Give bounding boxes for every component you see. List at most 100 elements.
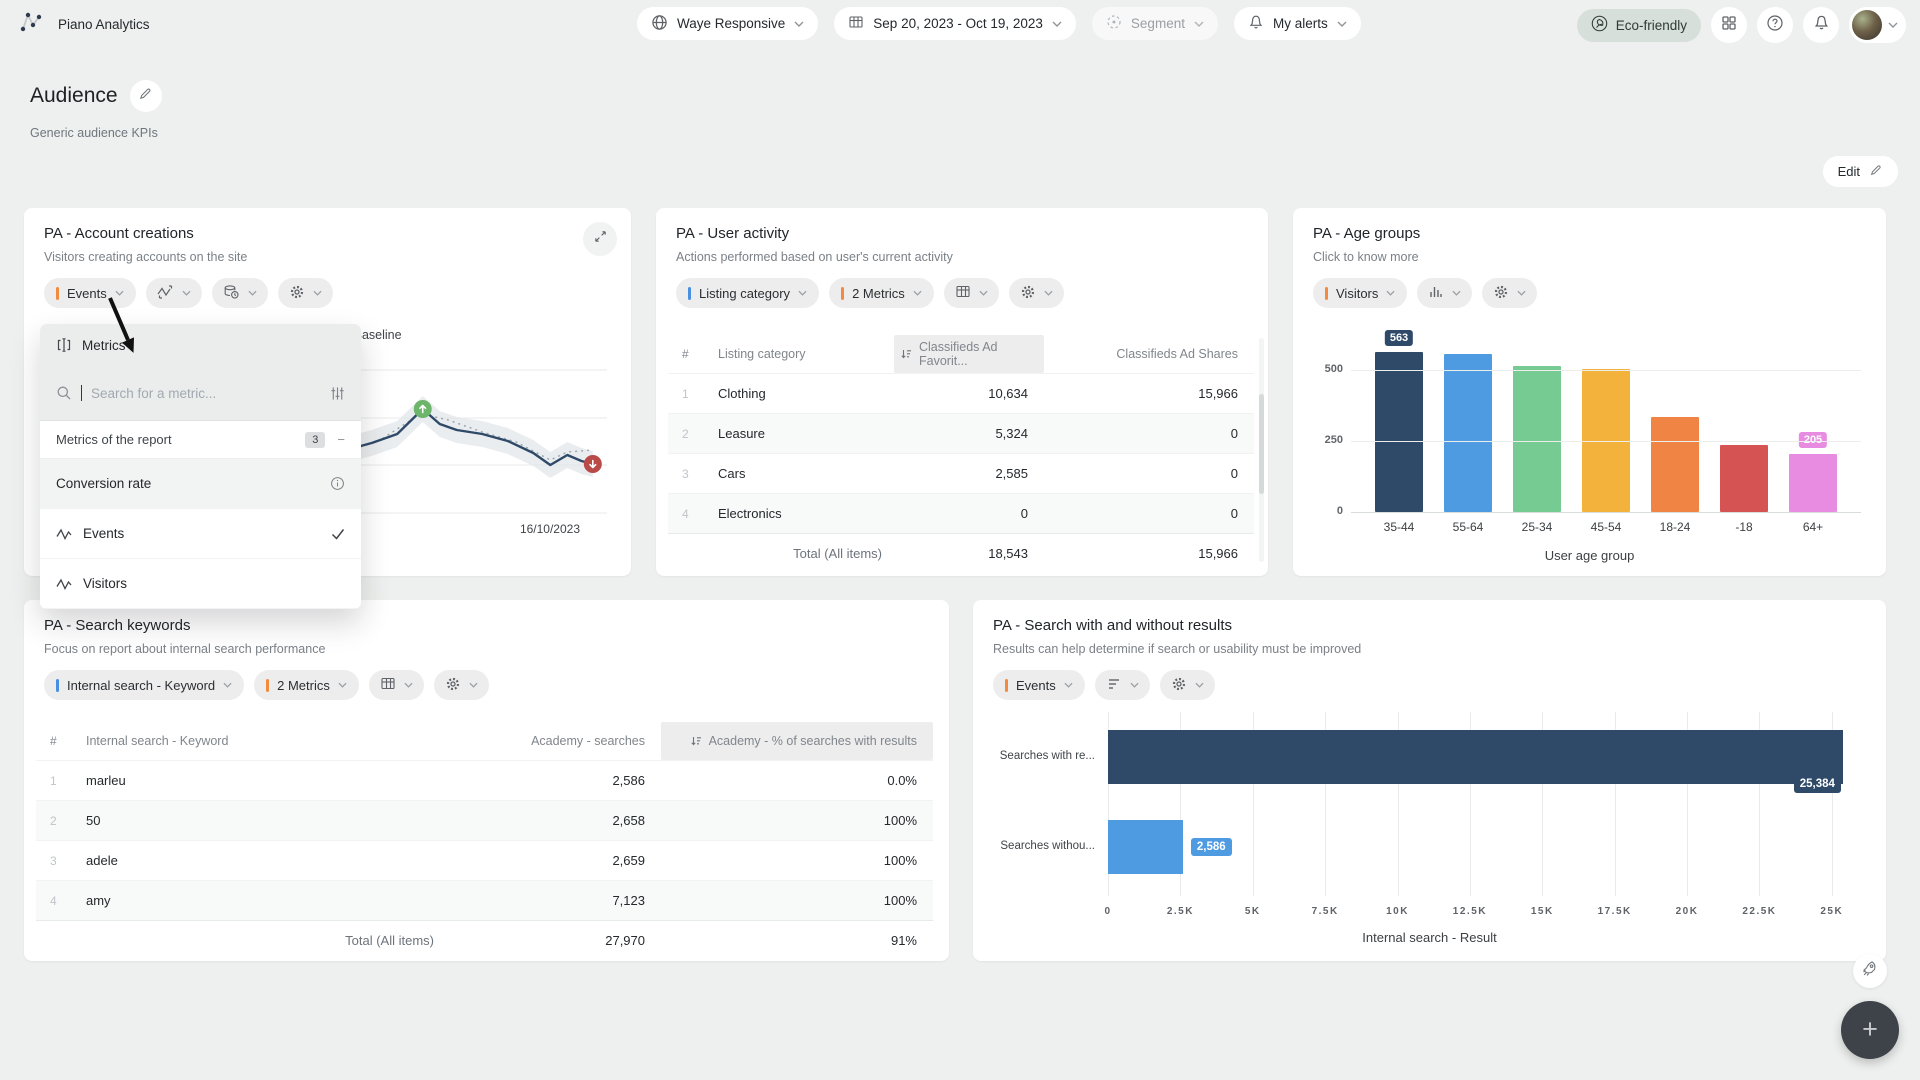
dimension-color-bar	[688, 287, 691, 300]
table-row[interactable]: 3adele2,659100%	[36, 840, 933, 880]
table-row[interactable]: 4Electronics00	[668, 493, 1254, 533]
chevron-down-icon	[1888, 22, 1898, 28]
metrics-group-header[interactable]: Metrics of the report 3 −	[40, 421, 361, 459]
quick-start-button[interactable]	[1853, 954, 1887, 988]
chevron-down-icon	[979, 290, 988, 296]
chevron-down-icon	[248, 290, 257, 296]
chevron-down-icon	[1517, 290, 1526, 296]
chevron-down-icon	[182, 290, 191, 296]
piano-analytics-logo[interactable]	[18, 9, 44, 40]
metrics-selector-pill[interactable]: 2 Metrics	[254, 670, 359, 700]
gear-icon	[445, 676, 461, 695]
scrollbar[interactable]	[1259, 338, 1264, 562]
widget-settings[interactable]	[278, 278, 333, 308]
table-row[interactable]: 2502,658100%	[36, 800, 933, 840]
table-row[interactable]: 2Leasure5,3240	[668, 413, 1254, 453]
bar-Searches withou...[interactable]: 2,586	[1108, 820, 1183, 874]
metrics-selector-pill[interactable]: 2 Metrics	[829, 278, 934, 308]
gear-icon	[1493, 284, 1509, 303]
gridline	[1351, 441, 1861, 442]
site-picker[interactable]: Waye Responsive	[637, 7, 818, 40]
user-menu[interactable]	[1849, 7, 1906, 43]
widget-settings[interactable]	[1009, 278, 1064, 308]
table-row[interactable]: 4amy7,123100%	[36, 880, 933, 920]
widget-settings[interactable]	[1482, 278, 1537, 308]
edit-dashboard-button[interactable]: Edit	[1823, 156, 1898, 187]
up-annotation-badge[interactable]	[414, 400, 432, 418]
expand-widget-button[interactable]	[583, 222, 617, 256]
widget-settings[interactable]	[1160, 670, 1215, 700]
widget-title: PA - Search keywords	[44, 617, 929, 634]
chart-type-selector[interactable]	[1417, 278, 1472, 308]
column-header[interactable]: Academy - searches	[446, 722, 661, 760]
rename-dashboard-button[interactable]	[130, 80, 162, 112]
bar-18-24[interactable]	[1651, 417, 1699, 512]
sort-descending-icon[interactable]	[900, 348, 912, 360]
notifications-button[interactable]	[1803, 7, 1839, 43]
dimension-selector-pill[interactable]: Internal search - Keyword	[44, 670, 244, 700]
bar-Searches with re...[interactable]: 25,384	[1108, 730, 1843, 784]
question-icon	[1766, 14, 1784, 37]
x-axis-date-label: 16/10/2023	[520, 522, 580, 536]
filter-sliders-icon[interactable]	[330, 386, 345, 401]
widget-title: PA - Search with and without results	[993, 617, 1866, 634]
table-row[interactable]: 1marleu2,5860.0%	[36, 760, 933, 800]
chart-type-icon	[157, 284, 174, 303]
metric-selector-pill[interactable]: Visitors	[1313, 278, 1407, 308]
bar-35-44[interactable]: 563	[1375, 352, 1423, 512]
cell: 2,658	[446, 801, 661, 840]
widget-user-activity: PA - User activity Actions performed bas…	[656, 208, 1268, 576]
metric-search[interactable]	[40, 366, 361, 420]
bar-55-64[interactable]	[1444, 354, 1492, 512]
bar-value-label: 2,586	[1191, 838, 1232, 856]
column-header[interactable]: Internal search - Keyword	[80, 722, 446, 760]
display-type-selector[interactable]	[369, 670, 424, 700]
display-type-selector[interactable]	[944, 278, 999, 308]
table-row[interactable]: 1Clothing10,63415,966	[668, 373, 1254, 413]
down-annotation-badge[interactable]	[584, 455, 602, 473]
bar-25-34[interactable]	[1513, 366, 1561, 512]
pencil-icon	[138, 86, 153, 106]
metric-option-visitors[interactable]: Visitors	[40, 559, 361, 609]
widget-settings[interactable]	[434, 670, 489, 700]
cell: 0.0%	[661, 761, 933, 800]
x-tick-label: 15K	[1516, 906, 1568, 917]
chart-type-selector[interactable]	[1095, 670, 1150, 700]
column-header[interactable]: Classifieds Ad Favorit...	[894, 335, 1044, 373]
column-header[interactable]: Classifieds Ad Shares	[1044, 335, 1254, 373]
metric-option-conversion-rate[interactable]: Conversion rate	[40, 459, 361, 509]
apps-grid-button[interactable]	[1711, 7, 1747, 43]
cell: amy	[80, 881, 446, 920]
eco-friendly-badge[interactable]: Eco-friendly	[1577, 9, 1701, 42]
category-label: Searches with re...	[1000, 750, 1095, 762]
collapse-icon[interactable]: −	[337, 432, 345, 447]
x-tick-label: 12.5K	[1444, 906, 1496, 917]
x-tick-label: 35-44	[1375, 520, 1423, 534]
info-icon[interactable]	[330, 476, 345, 491]
widget-search-results: PA - Search with and without results Res…	[973, 600, 1886, 961]
bar--18[interactable]	[1720, 445, 1768, 512]
age-x-labels: 35-4455-6425-3445-5418-24-1864+	[1351, 520, 1861, 534]
table-icon	[380, 676, 396, 694]
column-header[interactable]: Listing category	[712, 335, 894, 373]
help-button[interactable]	[1757, 7, 1793, 43]
bar-64+[interactable]: 205	[1789, 454, 1837, 512]
chart-type-selector[interactable]	[146, 278, 202, 308]
segment-picker[interactable]: Segment	[1092, 7, 1218, 40]
sort-descending-icon[interactable]	[690, 735, 702, 747]
metric-search-input[interactable]	[91, 386, 321, 401]
date-range-picker[interactable]: Sep 20, 2023 - Oct 19, 2023	[834, 7, 1076, 40]
data-source-selector[interactable]	[212, 278, 268, 308]
dimension-selector-pill[interactable]: Listing category	[676, 278, 819, 308]
column-header[interactable]: Academy - % of searches with results	[661, 722, 933, 760]
x-tick-label: 55-64	[1444, 520, 1492, 534]
table-row[interactable]: 3Cars2,5850	[668, 453, 1254, 493]
metric-selector-pill[interactable]: Events	[993, 670, 1085, 700]
scrollbar-thumb[interactable]	[1259, 394, 1264, 494]
my-alerts-button[interactable]: My alerts	[1234, 7, 1361, 40]
metric-option-events[interactable]: Events	[40, 509, 361, 559]
add-widget-button[interactable]: +	[1841, 1001, 1899, 1059]
cell: 3	[668, 454, 712, 493]
table-icon	[955, 284, 971, 302]
widget-account-creations: PA - Account creations Visitors creating…	[24, 208, 631, 576]
